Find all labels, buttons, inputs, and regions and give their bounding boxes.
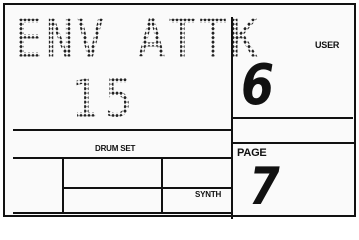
parameter-name: ENV ATTK: [15, 8, 261, 69]
lcd-display: ENV ATTK 15 USER PAGE DRUM SET SYNTH 6 7: [3, 3, 356, 219]
synth-label: SYNTH: [195, 190, 222, 199]
page-number: 7: [249, 157, 280, 217]
user-number: 6: [241, 53, 275, 118]
right-mid-line: [233, 142, 355, 144]
grid-tick-left: [62, 159, 64, 212]
parameter-value: 15: [71, 68, 139, 129]
drum-set-label: DRUM SET: [95, 144, 136, 153]
user-label: USER: [315, 40, 340, 50]
left-lower-line: [62, 187, 231, 189]
grid-tick-right: [161, 159, 163, 212]
bottom-line: [13, 212, 231, 214]
left-mid-line: [13, 157, 231, 159]
left-separator-line: [13, 129, 231, 131]
